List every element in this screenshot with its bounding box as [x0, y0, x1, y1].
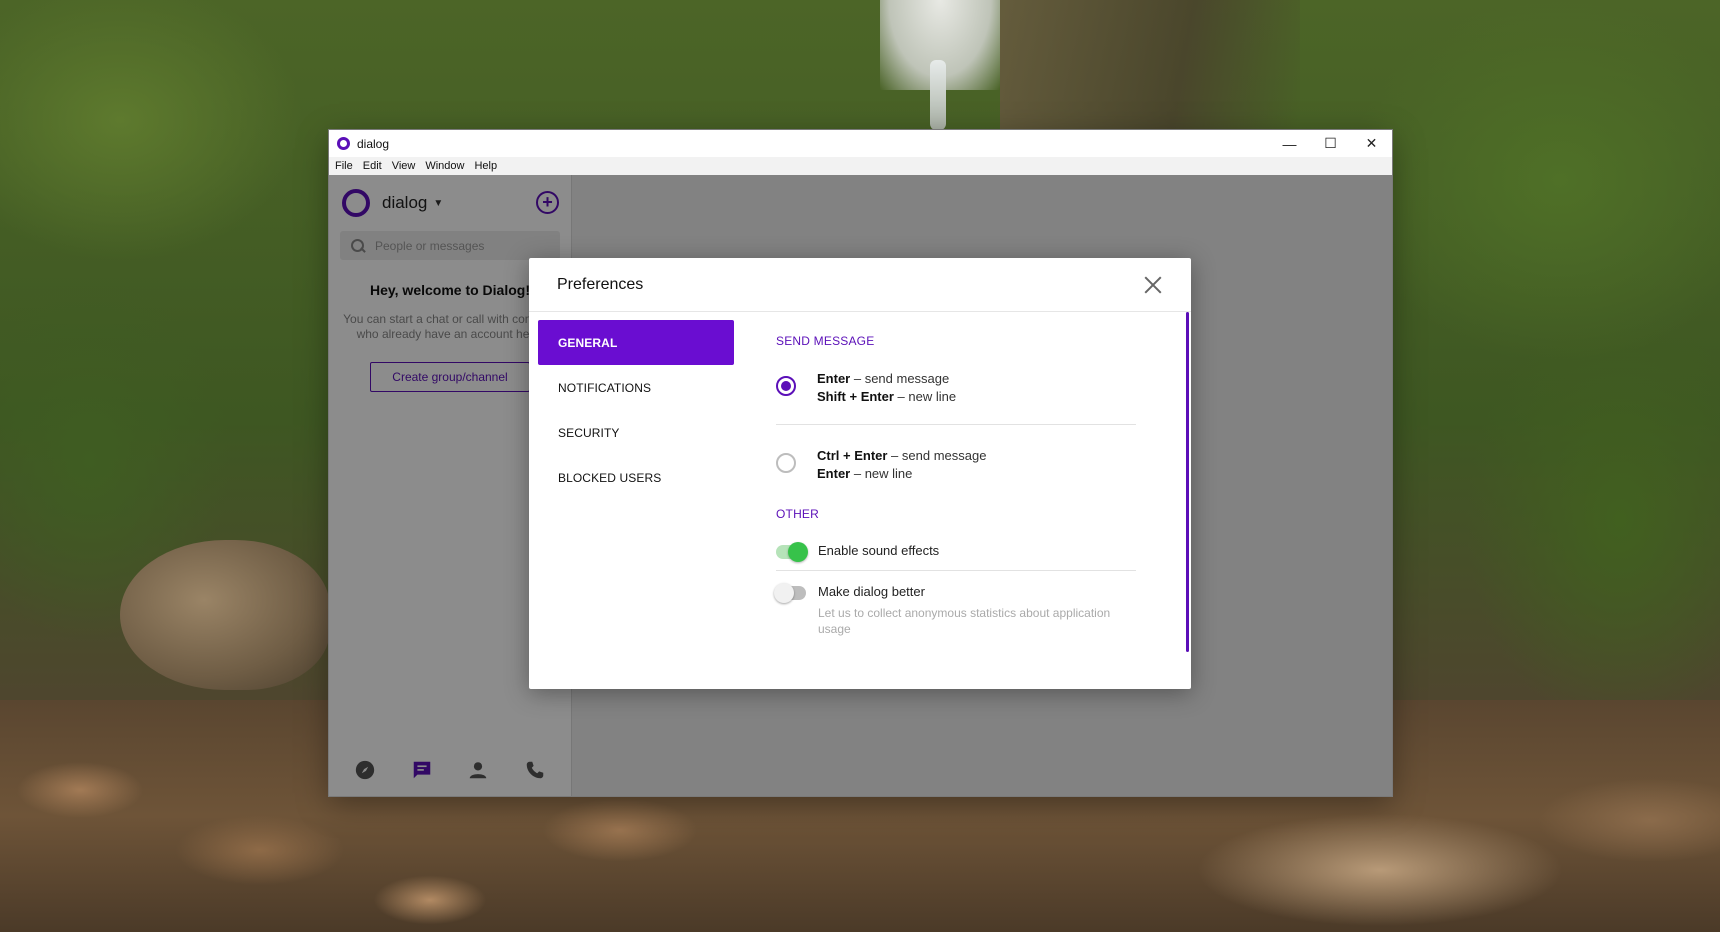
preferences-dialog: Preferences GENERAL NOTIFICATIONS SECURI… [529, 258, 1191, 689]
other-section-title: OTHER [776, 507, 819, 521]
menu-bar: File Edit View Window Help [329, 157, 1392, 175]
wallpaper-boulder [120, 540, 330, 690]
app-logo-icon [337, 137, 350, 150]
menu-help[interactable]: Help [474, 160, 497, 172]
tab-blocked-users[interactable]: BLOCKED USERS [538, 455, 734, 500]
make-dialog-better-label: Make dialog better [818, 584, 925, 599]
tab-general[interactable]: GENERAL [538, 320, 734, 365]
window-title: dialog [357, 136, 390, 151]
close-icon[interactable] [1143, 275, 1163, 295]
tab-security[interactable]: SECURITY [538, 410, 734, 455]
close-window-button[interactable]: ✕ [1351, 130, 1392, 157]
menu-file[interactable]: File [335, 160, 353, 172]
statistics-description: Let us to collect anonymous statistics a… [818, 606, 1111, 636]
title-bar[interactable]: dialog — ☐ ✕ [329, 130, 1392, 157]
send-message-section-title: SEND MESSAGE [776, 334, 875, 348]
make-dialog-better-setting[interactable]: Make dialog better Let us to collect ano… [774, 583, 1136, 637]
send-option-label: Ctrl + Enter – send message Enter – new … [817, 448, 987, 481]
send-option-label: Enter – send message Shift + Enter – new… [817, 371, 957, 404]
maximize-button[interactable]: ☐ [1310, 130, 1351, 157]
menu-view[interactable]: View [392, 160, 416, 172]
make-dialog-better-toggle[interactable] [774, 583, 806, 603]
radio-enter-send[interactable] [776, 376, 796, 396]
menu-edit[interactable]: Edit [363, 160, 382, 172]
sound-effects-toggle[interactable] [776, 542, 808, 562]
tab-notifications[interactable]: NOTIFICATIONS [538, 365, 734, 410]
sound-effects-label: Enable sound effects [818, 543, 940, 558]
wallpaper-waterfall [930, 60, 946, 130]
send-option-ctrl-enter[interactable]: Ctrl + Enter – send message Enter – new … [776, 447, 1136, 501]
preferences-tabs: GENERAL NOTIFICATIONS SECURITY BLOCKED U… [529, 312, 734, 689]
sound-effects-setting[interactable]: Enable sound effects [776, 542, 1136, 571]
radio-ctrl-enter-send[interactable] [776, 453, 796, 473]
minimize-button[interactable]: — [1269, 130, 1310, 157]
dialog-body: GENERAL NOTIFICATIONS SECURITY BLOCKED U… [529, 312, 1191, 689]
menu-window[interactable]: Window [425, 160, 464, 172]
dialog-header: Preferences [529, 258, 1191, 312]
dialog-title: Preferences [557, 275, 644, 293]
window-controls: — ☐ ✕ [1269, 130, 1392, 157]
wallpaper-cliff [1000, 0, 1300, 140]
send-option-enter[interactable]: Enter – send message Shift + Enter – new… [776, 370, 1136, 425]
scrollbar[interactable] [1186, 312, 1189, 652]
general-settings: SEND MESSAGE Enter – send message Shift … [733, 312, 1191, 689]
